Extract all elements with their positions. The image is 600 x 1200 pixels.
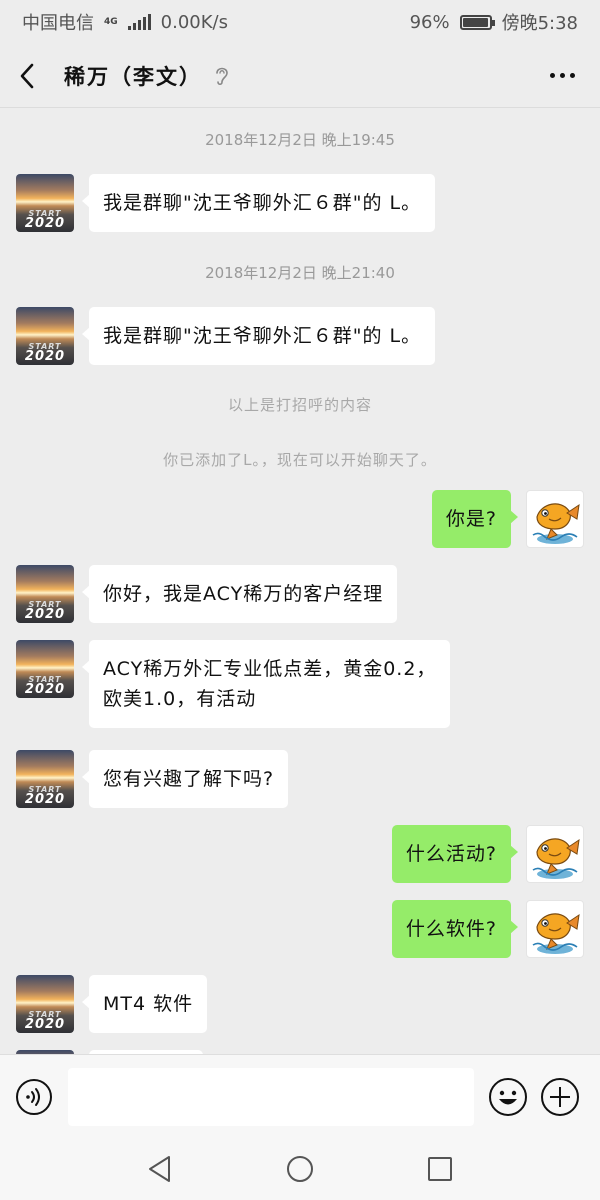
my-avatar[interactable] [526,900,584,958]
avatar-caption: START 2020 [24,600,66,622]
avatar-caption: START 2020 [24,1010,66,1032]
contact-avatar[interactable]: START 2020 [16,975,74,1033]
message-list[interactable]: 2018年12月2日 晚上19:45 START 2020 我是群聊"沈王爷聊外汇… [0,108,600,1054]
message-bubble[interactable]: MT4 软件 [81,975,208,1033]
network-label: 4G [104,16,118,27]
avatar-caption: START 2020 [24,342,66,364]
chat-title[interactable]: 稀万（李文） [64,61,202,91]
message-bubble[interactable]: 你好，我是ACY稀万的客户经理 [81,565,398,623]
input-bar [0,1054,600,1138]
more-functions-button[interactable] [540,1077,580,1117]
message-bubble[interactable]: 您有兴趣了解下吗? [81,750,289,808]
dot [569,73,575,78]
ear-icon [214,65,230,87]
circle-home-icon [287,1156,313,1182]
emoji-icon [489,1077,527,1116]
message-line: 欧美1.0，有活动 [103,688,257,710]
carrier-label: 中国电信 [22,13,94,34]
clock: 傍晚5:38 [501,13,578,34]
nav-back-button[interactable] [140,1149,180,1189]
nav-recent-button[interactable] [420,1149,460,1189]
triangle-back-icon [149,1156,170,1182]
voice-button[interactable] [14,1077,54,1117]
status-bar: 中国电信 4G 0.00K/s 96% 傍晚5:38 [0,0,600,44]
nav-home-button[interactable] [280,1149,320,1189]
message-bubble[interactable]: 我是群聊"沈王爷聊外汇６群"的 L。 [81,174,436,232]
chat-header: 稀万（李文） [0,44,600,108]
dot [549,73,555,78]
contact-avatar[interactable]: START 2020 [16,174,74,232]
avatar-caption: START 2020 [24,675,66,697]
battery-fill [462,17,488,27]
contact-avatar[interactable]: START 2020 [16,750,74,808]
fish-icon [532,913,580,954]
system-notice: 以上是打招呼的内容 [227,396,372,414]
fish-icon [532,503,580,544]
plus-icon [541,1077,579,1116]
contact-avatar[interactable]: START 2020 [16,565,74,623]
message-bubble[interactable]: ACY稀万外汇专业低点差，黄金0.2， 欧美1.0，有活动 [81,640,451,728]
battery-percent: 96% [409,11,450,33]
status-right: 96% 傍晚5:38 [410,9,578,35]
avatar-caption: START 2020 [24,785,66,807]
my-avatar[interactable] [526,825,584,883]
my-avatar[interactable] [526,490,584,548]
chevron-left-icon [20,63,34,88]
fish-icon [532,838,580,879]
timestamp: 2018年12月2日 晚上19:45 [205,131,395,149]
avatar-caption: START 2020 [24,209,66,231]
square-recent-icon [428,1157,452,1181]
contact-avatar[interactable]: START 2020 [16,640,74,698]
my-message-bubble[interactable]: 你是? [431,490,519,548]
network-speed: 0.00K/s [160,11,228,33]
my-message-bubble[interactable]: 什么活动? [391,825,519,883]
system-notice: 你已添加了L。，现在可以开始聊天了。 [163,451,437,469]
back-button[interactable] [18,56,48,96]
emoji-button[interactable] [488,1077,528,1117]
voice-icon [16,1078,52,1115]
system-nav-bar [0,1138,600,1200]
contact-avatar[interactable]: START 2020 [16,307,74,365]
dot [559,73,565,78]
signal-icon [127,14,151,30]
more-button[interactable] [542,56,582,96]
battery-icon [459,14,495,30]
message-line: ACY稀万外汇专业低点差，黄金0.2， [103,658,437,680]
message-bubble[interactable]: 我是群聊"沈王爷聊外汇６群"的 L。 [81,307,436,365]
timestamp: 2018年12月2日 晚上21:40 [205,264,395,282]
message-input[interactable] [68,1067,474,1126]
my-message-bubble[interactable]: 什么软件? [391,900,519,958]
status-left: 中国电信 4G 0.00K/s [22,9,228,35]
